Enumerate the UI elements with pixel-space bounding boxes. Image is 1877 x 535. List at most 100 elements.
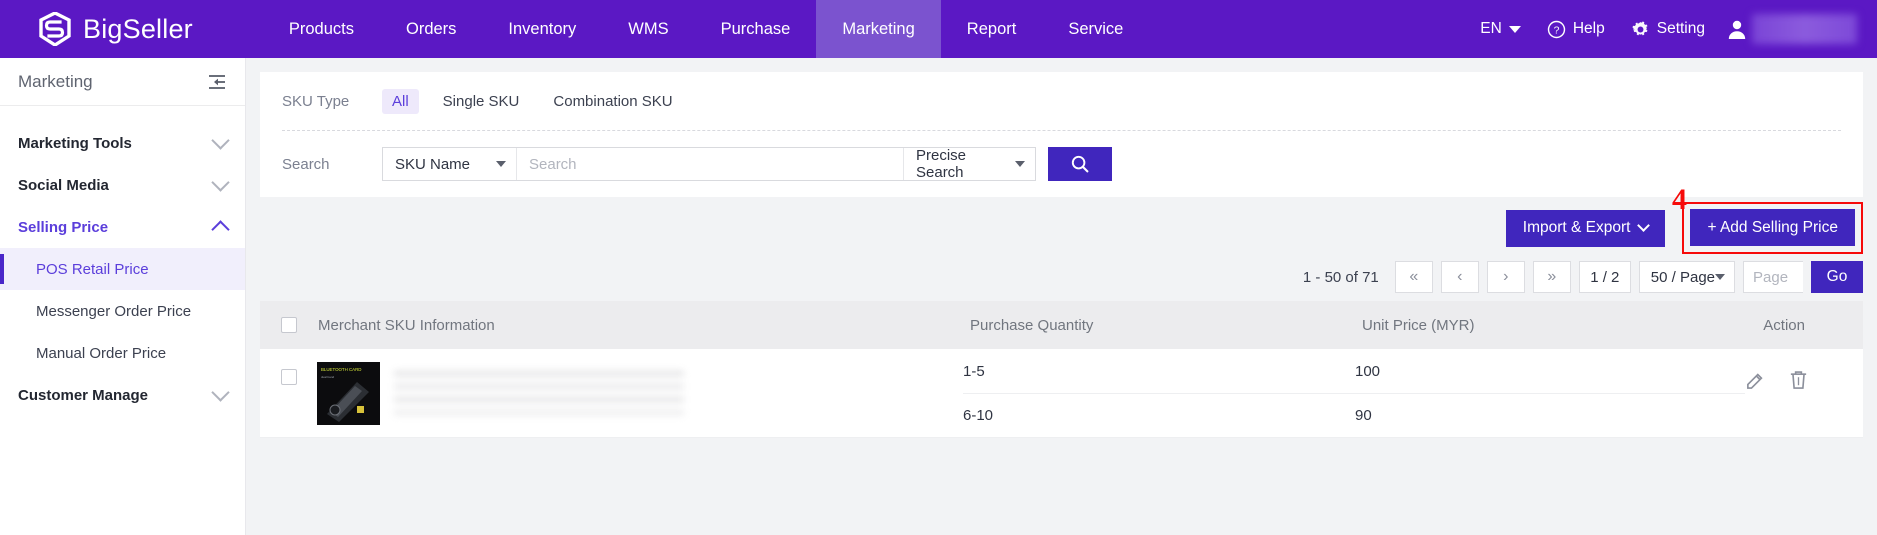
setting-label: Setting (1656, 20, 1705, 37)
chevron-down-icon (1015, 161, 1025, 167)
page-go-button[interactable]: Go (1811, 261, 1863, 293)
username-blurred (1752, 14, 1857, 44)
sidebar-group-label: Selling Price (18, 218, 109, 236)
sku-name-blurred (394, 370, 685, 416)
help-button[interactable]: ? Help (1534, 20, 1618, 39)
sku-type-option-combination[interactable]: Combination SKU (543, 89, 682, 114)
nav-item-purchase[interactable]: Purchase (695, 0, 817, 58)
sidebar-item-manual-order-price[interactable]: Manual Order Price (0, 332, 245, 374)
trash-icon[interactable] (1788, 369, 1809, 390)
chevron-down-icon (1637, 219, 1651, 232)
main-content: SKU Type All Single SKU Combination SKU … (246, 58, 1877, 535)
search-field-value: SKU Name (395, 155, 471, 173)
svg-text:?: ? (1553, 25, 1559, 36)
search-icon (1071, 155, 1089, 173)
search-button[interactable] (1048, 147, 1112, 181)
price-tier-row: 1-5 100 (963, 349, 1745, 393)
sidebar-title: Marketing (18, 71, 93, 91)
nav-item-orders[interactable]: Orders (380, 0, 482, 58)
sidebar-group-social-media[interactable]: Social Media (0, 164, 245, 206)
search-group: SKU Name Precise Search (382, 147, 1036, 181)
sku-type-option-single[interactable]: Single SKU (433, 89, 530, 114)
help-label: Help (1572, 20, 1605, 37)
language-selector[interactable]: EN (1467, 20, 1534, 38)
sidebar-group-marketing-tools[interactable]: Marketing Tools (0, 122, 245, 164)
page-size-select[interactable]: 50 / Page (1638, 261, 1735, 293)
selling-price-table: Merchant SKU Information Purchase Quanti… (260, 301, 1863, 438)
sku-type-option-all[interactable]: All (382, 88, 419, 114)
annotation-highlight-box: + Add Selling Price (1682, 202, 1863, 254)
main-nav-items: Products Orders Inventory WMS Purchase M… (263, 0, 1150, 58)
row-checkbox[interactable] (280, 369, 297, 385)
sku-type-label: SKU Type (282, 92, 350, 110)
edit-icon[interactable] (1745, 369, 1766, 390)
nav-item-inventory[interactable]: Inventory (482, 0, 602, 58)
price-tier-row: 6-10 90 (963, 393, 1745, 437)
column-header-action: Action (1763, 316, 1805, 334)
sidebar-item-pos-retail-price[interactable]: POS Retail Price (0, 248, 245, 290)
pagination-range: 1 - 50 of 71 (1302, 268, 1379, 286)
collapse-panel-icon[interactable] (207, 72, 227, 92)
sidebar: Marketing Marketing Tools Social Media S… (0, 58, 246, 535)
pagination-next-button[interactable]: › (1486, 261, 1525, 293)
tier-quantity: 6-10 (963, 407, 994, 424)
chevron-down-icon (1715, 274, 1725, 280)
tier-quantity: 1-5 (963, 362, 985, 380)
chevron-down-icon (1508, 25, 1521, 33)
import-export-button[interactable]: Import & Export (1505, 209, 1666, 247)
sidebar-group-label: Marketing Tools (18, 134, 132, 152)
search-match-select[interactable]: Precise Search (903, 147, 1035, 181)
sidebar-group-selling-price[interactable]: Selling Price (0, 206, 245, 248)
search-field-select[interactable]: SKU Name (383, 148, 517, 180)
svg-text:BLUETOOTH CARD: BLUETOOTH CARD (321, 367, 361, 372)
language-label: EN (1480, 20, 1502, 37)
add-selling-price-button[interactable]: + Add Selling Price (1690, 209, 1855, 246)
top-navigation-bar: BigSeller Products Orders Inventory WMS … (0, 0, 1877, 58)
sidebar-group-customer-manage[interactable]: Customer Manage (0, 374, 245, 416)
sidebar-item-messenger-order-price[interactable]: Messenger Order Price (0, 290, 245, 332)
svg-text:dual band: dual band (321, 375, 335, 379)
nav-item-report[interactable]: Report (941, 0, 1043, 58)
search-input[interactable] (517, 148, 903, 180)
brand-logo-area[interactable]: BigSeller (38, 12, 193, 46)
column-header-sku: Merchant SKU Information (318, 316, 495, 334)
user-avatar-icon[interactable] (1726, 18, 1748, 40)
setting-button[interactable]: Setting (1618, 20, 1718, 39)
sidebar-group-label: Social Media (18, 176, 109, 194)
pagination-last-button[interactable]: » (1532, 261, 1571, 293)
search-match-value: Precise Search (916, 147, 967, 181)
sidebar-item-label: Manual Order Price (36, 344, 167, 362)
chevron-up-icon (211, 219, 230, 239)
page-size-value: 50 / Page (1650, 268, 1715, 286)
row-select-cell (260, 349, 317, 437)
page-jump-input[interactable] (1743, 261, 1803, 293)
search-label: Search (282, 155, 330, 173)
nav-item-service[interactable]: Service (1042, 0, 1149, 58)
top-right-controls: EN ? Help Setting (1467, 0, 1877, 58)
column-header-quantity: Purchase Quantity (970, 316, 1094, 334)
filter-panel: SKU Type All Single SKU Combination SKU … (260, 72, 1863, 197)
chevron-down-icon (211, 383, 230, 402)
gear-icon (1632, 20, 1648, 35)
row-action-cell (1745, 349, 1863, 437)
table-header-row: Merchant SKU Information Purchase Quanti… (260, 301, 1863, 349)
sidebar-group-label: Customer Manage (18, 386, 149, 404)
pagination-page-indicator: 1 / 2 (1578, 261, 1631, 293)
tier-price: 90 (1355, 407, 1372, 424)
sku-info-cell: BLUETOOTH CARD dual band (317, 349, 963, 437)
nav-item-marketing[interactable]: Marketing (816, 0, 941, 58)
brand-name: BigSeller (83, 13, 193, 44)
question-circle-icon: ? (1547, 20, 1566, 38)
select-all-checkbox[interactable] (281, 317, 297, 333)
sidebar-header: Marketing (0, 58, 245, 106)
pagination-first-button[interactable]: « (1394, 261, 1433, 293)
chevron-down-icon (496, 161, 506, 167)
chevron-down-icon (211, 173, 230, 192)
product-thumbnail: BLUETOOTH CARD dual band (317, 361, 381, 425)
nav-item-products[interactable]: Products (263, 0, 380, 58)
pagination-prev-button[interactable]: ‹ (1440, 261, 1479, 293)
column-header-price: Unit Price (MYR) (1362, 316, 1475, 334)
sidebar-item-label: Messenger Order Price (36, 302, 192, 320)
nav-item-wms[interactable]: WMS (602, 0, 694, 58)
sku-type-row: SKU Type All Single SKU Combination SKU (282, 72, 1841, 130)
